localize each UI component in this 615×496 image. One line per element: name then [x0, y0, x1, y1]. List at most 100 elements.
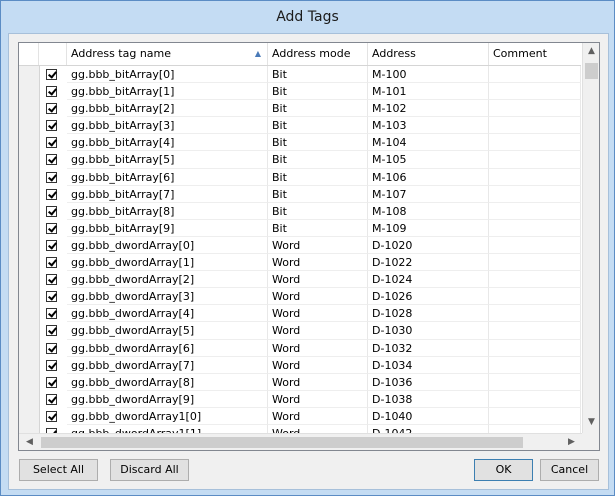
cell-address[interactable]: M-105 [368, 151, 489, 169]
ok-button[interactable]: OK [474, 459, 533, 481]
cell-address[interactable]: D-1032 [368, 339, 489, 357]
cell-address-mode[interactable]: Bit [268, 100, 368, 118]
cancel-button[interactable]: Cancel [540, 459, 599, 481]
cell-address-mode[interactable]: Bit [268, 66, 368, 84]
cell-address-tag-name[interactable]: gg.bbb_bitArray[8] [67, 202, 268, 220]
row-header[interactable] [19, 117, 40, 135]
discard-all-button[interactable]: Discard All [110, 459, 189, 481]
cell-address-mode[interactable]: Bit [268, 168, 368, 186]
cell-address-mode[interactable]: Word [268, 254, 368, 272]
table-row[interactable]: gg.bbb_dwordArray[8] Word D-1036 [19, 373, 581, 391]
row-header[interactable] [19, 339, 40, 357]
checkmark-icon[interactable] [46, 342, 57, 354]
column-header-address-mode[interactable]: Address mode [268, 43, 368, 65]
cell-comment[interactable] [489, 305, 581, 323]
checkmark-icon[interactable] [46, 222, 57, 234]
cell-address[interactable]: M-106 [368, 168, 489, 186]
cell-address-tag-name[interactable]: gg.bbb_bitArray[7] [67, 185, 268, 203]
row-header[interactable] [19, 424, 40, 433]
cell-address[interactable]: M-108 [368, 202, 489, 220]
cell-address-tag-name[interactable]: gg.bbb_dwordArray[4] [67, 305, 268, 323]
column-header-comment[interactable]: Comment [489, 43, 581, 65]
cell-comment[interactable] [489, 117, 581, 135]
checkmark-icon[interactable] [46, 274, 57, 286]
cell-address[interactable]: D-1028 [368, 305, 489, 323]
cell-address-tag-name[interactable]: gg.bbb_dwordArray1[1] [67, 424, 268, 433]
cell-address-tag-name[interactable]: gg.bbb_dwordArray[2] [67, 271, 268, 289]
checkmark-icon[interactable] [46, 325, 57, 337]
cell-address-mode[interactable]: Word [268, 236, 368, 255]
checkmark-icon[interactable] [46, 69, 57, 80]
cell-address-mode[interactable]: Word [268, 390, 368, 408]
scroll-up-arrow-icon[interactable]: ▲ [583, 46, 599, 56]
checkmark-icon[interactable] [46, 359, 57, 371]
checkmark-icon[interactable] [46, 257, 57, 269]
cell-address-tag-name[interactable]: gg.bbb_bitArray[6] [67, 168, 268, 186]
cell-address[interactable]: D-1022 [368, 254, 489, 272]
row-header[interactable] [19, 202, 40, 220]
cell-comment[interactable] [489, 83, 581, 101]
cell-address-tag-name[interactable]: gg.bbb_dwordArray[3] [67, 288, 268, 306]
cell-address[interactable]: D-1030 [368, 322, 489, 340]
row-header[interactable] [19, 390, 40, 408]
cell-comment[interactable] [489, 424, 581, 433]
cell-address[interactable]: D-1038 [368, 390, 489, 408]
table-row[interactable]: gg.bbb_dwordArray[5] Word D-1030 [19, 322, 581, 340]
checkmark-icon[interactable] [46, 137, 57, 149]
table-row[interactable]: gg.bbb_dwordArray[6] Word D-1032 [19, 339, 581, 357]
table-row[interactable]: gg.bbb_dwordArray[0] Word D-1020 [19, 236, 581, 255]
row-header[interactable] [19, 288, 40, 306]
cell-address-mode[interactable]: Word [268, 424, 368, 433]
cell-address-mode[interactable]: Word [268, 305, 368, 323]
cell-address-mode[interactable]: Bit [268, 151, 368, 169]
row-header[interactable] [19, 254, 40, 272]
table-row[interactable]: gg.bbb_bitArray[2] Bit M-102 [19, 100, 581, 118]
table-row[interactable]: gg.bbb_bitArray[4] Bit M-104 [19, 134, 581, 152]
cell-comment[interactable] [489, 322, 581, 340]
cell-address-tag-name[interactable]: gg.bbb_dwordArray[5] [67, 322, 268, 340]
cell-address-mode[interactable]: Bit [268, 117, 368, 135]
vertical-scrollbar[interactable]: ▲ ▼ [582, 43, 599, 433]
checkmark-icon[interactable] [46, 171, 57, 183]
cell-address-mode[interactable]: Word [268, 373, 368, 391]
cell-comment[interactable] [489, 254, 581, 272]
table-row[interactable]: gg.bbb_bitArray[8] Bit M-108 [19, 202, 581, 220]
row-header[interactable] [19, 185, 40, 203]
table-row[interactable]: gg.bbb_bitArray[0] Bit M-100 [19, 66, 581, 84]
table-row[interactable]: gg.bbb_bitArray[9] Bit M-109 [19, 219, 581, 237]
horizontal-scroll-thumb[interactable] [41, 437, 523, 448]
cell-address-tag-name[interactable]: gg.bbb_dwordArray[6] [67, 339, 268, 357]
checkmark-icon[interactable] [46, 120, 57, 132]
cell-comment[interactable] [489, 202, 581, 220]
row-header[interactable] [19, 151, 40, 169]
cell-address[interactable]: M-109 [368, 219, 489, 237]
table-row[interactable]: gg.bbb_dwordArray[7] Word D-1034 [19, 356, 581, 374]
checkmark-icon[interactable] [46, 154, 57, 166]
table-row[interactable]: gg.bbb_dwordArray[2] Word D-1024 [19, 271, 581, 289]
cell-address-mode[interactable]: Bit [268, 219, 368, 237]
table-row[interactable]: gg.bbb_dwordArray[9] Word D-1038 [19, 390, 581, 408]
row-header[interactable] [19, 100, 40, 118]
cell-comment[interactable] [489, 168, 581, 186]
checkmark-icon[interactable] [46, 393, 57, 405]
checkmark-icon[interactable] [46, 205, 57, 217]
table-row[interactable]: gg.bbb_bitArray[1] Bit M-101 [19, 83, 581, 101]
cell-comment[interactable] [489, 271, 581, 289]
cell-address[interactable]: D-1034 [368, 356, 489, 374]
cell-address-tag-name[interactable]: gg.bbb_bitArray[4] [67, 134, 268, 152]
cell-address[interactable]: M-102 [368, 100, 489, 118]
cell-comment[interactable] [489, 288, 581, 306]
checkmark-icon[interactable] [46, 291, 57, 303]
table-row[interactable]: gg.bbb_bitArray[5] Bit M-105 [19, 151, 581, 169]
cell-address-tag-name[interactable]: gg.bbb_bitArray[9] [67, 219, 268, 237]
checkmark-icon[interactable] [46, 86, 57, 98]
cell-address-tag-name[interactable]: gg.bbb_bitArray[0] [67, 66, 268, 84]
cell-comment[interactable] [489, 236, 581, 255]
cell-address-mode[interactable]: Word [268, 356, 368, 374]
cell-address-tag-name[interactable]: gg.bbb_dwordArray[0] [67, 236, 268, 255]
table-row[interactable]: gg.bbb_bitArray[6] Bit M-106 [19, 168, 581, 186]
cell-address-tag-name[interactable]: gg.bbb_bitArray[3] [67, 117, 268, 135]
cell-address-mode[interactable]: Word [268, 339, 368, 357]
row-header[interactable] [19, 236, 40, 255]
cell-address[interactable]: D-1024 [368, 271, 489, 289]
